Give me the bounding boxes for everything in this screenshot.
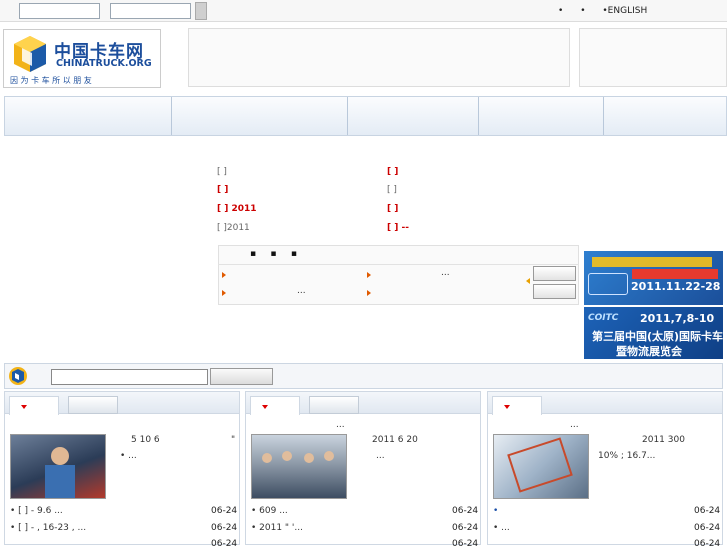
nav-item-3[interactable] — [348, 97, 479, 135]
news-photo[interactable] — [251, 434, 347, 499]
expo-ad-2-subtitle: 暨物流展览会 — [616, 345, 682, 358]
headline-left-4[interactable]: [ ]2011 — [217, 223, 250, 233]
list-arrow-icon — [367, 290, 371, 296]
news-column-3: ... 2011 300 10% ; 16.7... • 06-24 • ...… — [487, 391, 723, 549]
expo-ad-taiyuan[interactable]: COITC 2011,7,8-10 第三届中国(太原)国际卡车 暨物流展览会 — [584, 307, 723, 359]
headline-left-2[interactable]: [ ] — [217, 185, 228, 195]
main-nav — [4, 96, 727, 136]
nav-item-2[interactable] — [172, 97, 348, 135]
top-link-2[interactable]: • — [580, 6, 585, 16]
column-3-tab-active[interactable] — [492, 396, 542, 415]
news-column-2: ... 2011 6 20 ... • 609 ... 06-24 • 2011… — [245, 391, 481, 549]
newsbox-tabs: ▪ ▪ ▪ — [250, 249, 297, 259]
password-input[interactable] — [110, 3, 191, 19]
column-3-item-2[interactable]: • ... — [493, 523, 510, 533]
headline-right-4[interactable]: [ ] -- — [387, 223, 409, 233]
bus-icon — [588, 273, 628, 295]
column-1-item-1-date: 06-24 — [211, 506, 238, 516]
column-2-item-1[interactable]: • 609 ... — [251, 506, 288, 516]
column-2-summary-2[interactable]: ... — [376, 451, 385, 461]
expo-ad-1-date: 2011.11.22-28 — [631, 280, 721, 293]
top-links: • • •ENGLISH — [558, 6, 661, 16]
news-photo[interactable] — [10, 434, 106, 499]
headline-right-2[interactable]: [ ] — [387, 185, 397, 195]
headline-right-3[interactable]: [ ] — [387, 204, 398, 214]
column-2-summary-1: 2011 6 20 — [372, 435, 418, 445]
newsbox-divider — [218, 264, 579, 265]
newsbox-item-dots-1[interactable]: ... — [441, 268, 450, 278]
column-2-tab-active[interactable] — [250, 396, 300, 415]
column-3-item-1-date: 06-24 — [694, 506, 721, 516]
top-link-1[interactable]: • — [558, 6, 563, 16]
search-button[interactable] — [210, 368, 273, 385]
banner-ad-right[interactable] — [579, 28, 727, 87]
expo-ad-2-title: 第三届中国(太原)国际卡车 — [592, 330, 723, 343]
list-arrow-icon — [222, 290, 226, 296]
newsbox-tab-2[interactable]: ▪ — [270, 249, 276, 259]
search-input[interactable] — [51, 369, 208, 385]
column-1-summary-3[interactable]: • ... — [120, 451, 137, 461]
nav-item-4[interactable] — [479, 97, 604, 135]
site-emblem-icon — [9, 367, 27, 385]
newsbox-side-button-2[interactable] — [533, 284, 576, 299]
column-1-item-2-date: 06-24 — [211, 523, 238, 533]
column-2-item-2[interactable]: • 2011 " '... — [251, 523, 303, 533]
column-2-item-2-date: 06-24 — [452, 523, 479, 533]
column-1-summary-1: 5 10 6 — [131, 435, 160, 445]
column-3-heading-dots[interactable]: ... — [570, 420, 579, 430]
logo-cube-icon — [14, 36, 46, 72]
column-1-summary-2: " — [231, 435, 236, 445]
login-button[interactable] — [195, 2, 207, 20]
column-2-item-3-date: 06-24 — [452, 539, 479, 549]
newsbox-item-dots-2[interactable]: ... — [297, 286, 306, 296]
dropdown-arrow-icon — [262, 405, 268, 409]
column-2-item-1-date: 06-24 — [452, 506, 479, 516]
site-logo[interactable]: 中国卡车网 CHINATRUCK.ORG 因 为 卡 车 所 以 朋 友 — [3, 29, 161, 88]
column-3-item-1[interactable]: • — [493, 506, 498, 516]
list-arrow-icon — [367, 272, 371, 278]
newsbox-tab-1[interactable]: ▪ — [250, 249, 256, 259]
column-1-item-1[interactable]: • [ ] - 9.6 ... — [10, 506, 63, 516]
headline-left-1[interactable]: [ ] — [217, 167, 227, 177]
column-1-item-3-date: 06-24 — [211, 539, 238, 549]
expo-ad-guangzhou[interactable]: 2011.11.22-28 — [584, 251, 723, 305]
dropdown-arrow-icon — [21, 405, 27, 409]
nav-item-5[interactable] — [604, 97, 726, 135]
nav-item-1[interactable] — [5, 97, 172, 135]
english-link[interactable]: •ENGLISH — [602, 6, 647, 16]
news-photo[interactable] — [493, 434, 589, 499]
scroll-left-icon[interactable] — [526, 278, 530, 284]
dropdown-arrow-icon — [504, 405, 510, 409]
headline-left-3[interactable]: [ ] 2011 — [217, 204, 257, 214]
column-1-tab-active[interactable] — [9, 396, 59, 415]
column-3-item-2-date: 06-24 — [694, 523, 721, 533]
column-3-summary-1: 2011 300 — [642, 435, 685, 445]
newsbox-side-button-1[interactable] — [533, 266, 576, 281]
coitc-logo: COITC — [588, 313, 619, 323]
news-column-1: 5 10 6 " • ... • [ ] - 9.6 ... 06-24 • [… — [4, 391, 240, 549]
logo-slogan: 因 为 卡 车 所 以 朋 友 — [10, 76, 92, 85]
column-2-heading-dots[interactable]: ... — [336, 420, 345, 430]
newsbox-tab-3[interactable]: ▪ — [291, 249, 297, 259]
column-1-tab[interactable] — [68, 396, 118, 414]
column-2-tab[interactable] — [309, 396, 359, 414]
column-3-item-3-date: 06-24 — [694, 539, 721, 549]
username-input[interactable] — [19, 3, 100, 19]
column-1-item-2[interactable]: • [ ] - , 16-23 , ... — [10, 523, 86, 533]
banner-ad-center[interactable] — [188, 28, 570, 87]
headline-right-1[interactable]: [ ] — [387, 167, 398, 177]
logo-english-text: CHINATRUCK.ORG — [56, 58, 152, 69]
list-arrow-icon — [222, 272, 226, 278]
column-3-summary-2[interactable]: 10% ; 16.7... — [598, 451, 655, 461]
expo-ad-2-date: 2011,7,8-10 — [640, 312, 715, 325]
